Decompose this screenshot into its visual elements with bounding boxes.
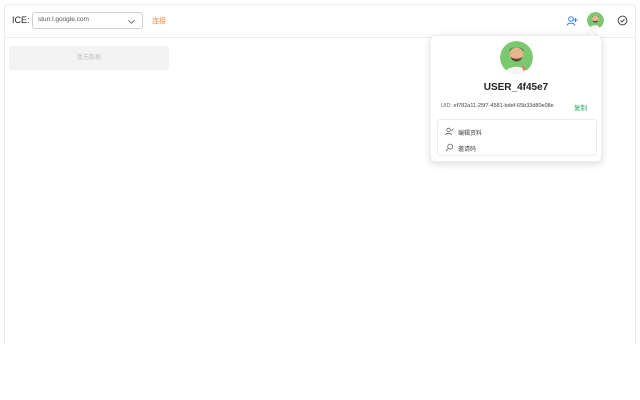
ice-server-select[interactable]: stun:l.google.com — [32, 12, 143, 29]
empty-state-button[interactable]: 暂无数据 — [9, 46, 169, 70]
menu-item-edit-profile[interactable]: 编辑资料 — [445, 126, 585, 138]
add-user-icon[interactable] — [566, 15, 578, 27]
ice-label: ICE: — [12, 15, 30, 25]
ice-server-value: stun:l.google.com — [38, 16, 89, 23]
uid-label: UID: — [441, 103, 452, 109]
menu-item-invite-code[interactable]: 邀请码 — [445, 142, 585, 154]
avatar[interactable] — [587, 12, 604, 29]
profile-avatar-image — [500, 41, 533, 74]
menu-item-label: 编辑资料 — [458, 131, 483, 137]
menu-item-label: 邀请码 — [458, 147, 477, 153]
avatar-image — [587, 12, 604, 29]
uid-value: ef782a11-25f7-4581-bdef-65b33d80e08e — [453, 103, 554, 109]
profile-username: USER_4f45e7 — [483, 82, 549, 93]
search-icon — [445, 143, 454, 152]
profile-menu: 编辑资料 邀请码 — [437, 119, 597, 156]
chevron-down-icon — [128, 19, 135, 24]
edit-user-icon — [445, 127, 454, 136]
connect-button[interactable]: 连接 — [152, 16, 166, 26]
copy-uid-button[interactable]: 复制 — [574, 102, 587, 112]
profile-popover: USER_4f45e7 UID: ef782a11-25f7-4581-bdef… — [430, 35, 602, 162]
check-circle-icon[interactable] — [617, 15, 628, 26]
top-bar: ICE: stun:l.google.com 连接 — [5, 5, 635, 38]
profile-avatar — [500, 41, 533, 74]
uid-row: UID: ef782a11-25f7-4581-bdef-65b33d80e08… — [441, 103, 554, 109]
